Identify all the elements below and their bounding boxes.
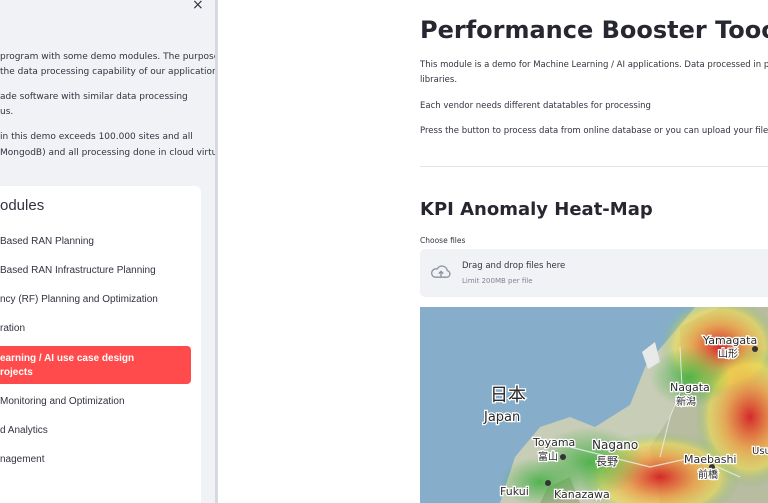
vendor-paragraph: Each vendor needs different datatables f…: [420, 101, 651, 111]
divider: [420, 166, 768, 167]
menu-item-label: rojects: [0, 367, 33, 378]
map-label-japan: Japan: [483, 410, 520, 425]
map-label-toyama-kanji: 富山: [538, 450, 558, 463]
menu-item-ml-ai-active[interactable]: earning / AI use case design rojects: [0, 346, 191, 384]
module-menu-title: odules: [0, 197, 45, 214]
sidebar-intro-line: ade software with similar data processin…: [0, 92, 188, 102]
map-label-maebashi: Maebashi: [684, 453, 736, 466]
map-label-toyama: Toyama: [532, 436, 575, 449]
menu-item-ran-infrastructure[interactable]: Based RAN Infrastructure Planning: [0, 265, 156, 276]
file-uploader-label: Choose files: [420, 236, 466, 245]
sidebar-intro-line: in this demo exceeds 100.000 sites and a…: [0, 132, 193, 142]
menu-item-management[interactable]: nagement: [0, 454, 44, 465]
sidebar-intro-line: us.: [0, 107, 14, 117]
menu-item-integration[interactable]: ration: [0, 323, 25, 334]
map-label-fukui: Fukui: [500, 485, 529, 498]
dropzone-instructions: Drag and drop files here: [462, 261, 566, 271]
dropzone-limit: Limit 200MB per file: [462, 277, 533, 285]
map-label-nagano: Nagano: [592, 438, 638, 452]
map-label-japan-kanji: 日本: [490, 385, 526, 406]
kpi-heat-map[interactable]: 日本 Japan Yamagata 山形 Nagata 新潟 Toyama 富山…: [420, 307, 768, 503]
close-sidebar-icon[interactable]: ×: [192, 0, 204, 12]
map-label-nagata: Nagata: [670, 381, 710, 394]
sidebar-intro-line: the data processing capability of our ap…: [0, 67, 215, 77]
cloud-upload-icon: [430, 265, 451, 278]
intro-paragraph: libraries.: [420, 75, 458, 85]
heat-map-graphic: 日本 Japan Yamagata 山形 Nagata 新潟 Toyama 富山…: [420, 307, 768, 503]
page-title: Performance Booster Toools: [420, 16, 768, 44]
map-label-maebashi-kanji: 前橋: [698, 468, 718, 481]
map-label-nagata-kanji: 新潟: [676, 395, 696, 408]
map-label-yamagata: Yamagata: [702, 334, 757, 347]
sidebar: × program with some demo modules. The pu…: [0, 0, 215, 503]
main-content: Performance Booster Toools This module i…: [218, 0, 768, 503]
map-label-usu: Usu: [752, 446, 768, 457]
map-label-yamagata-kanji: 山形: [718, 348, 738, 360]
map-label-nagano-kanji: 長野: [596, 455, 618, 468]
menu-item-monitoring[interactable]: Monitoring and Optimization: [0, 396, 125, 407]
intro-paragraph: This module is a demo for Machine Learni…: [420, 60, 768, 70]
menu-item-rf-planning[interactable]: ncy (RF) Planning and Optimization: [0, 294, 158, 305]
menu-item-label: earning / AI use case design: [0, 353, 135, 364]
section-title: KPI Anomaly Heat-Map: [420, 199, 653, 220]
sidebar-intro-line: program with some demo modules. The purp…: [0, 52, 215, 62]
file-dropzone[interactable]: Drag and drop files here Limit 200MB per…: [420, 249, 768, 297]
map-label-kanazawa: Kanazawa: [554, 488, 610, 501]
menu-item-analytics[interactable]: d Analytics: [0, 425, 48, 436]
menu-item-ran-planning[interactable]: Based RAN Planning: [0, 236, 94, 247]
instruction-paragraph: Press the button to process data from on…: [420, 126, 768, 136]
sidebar-intro-line: MongodB) and all processing done in clou…: [0, 148, 215, 158]
